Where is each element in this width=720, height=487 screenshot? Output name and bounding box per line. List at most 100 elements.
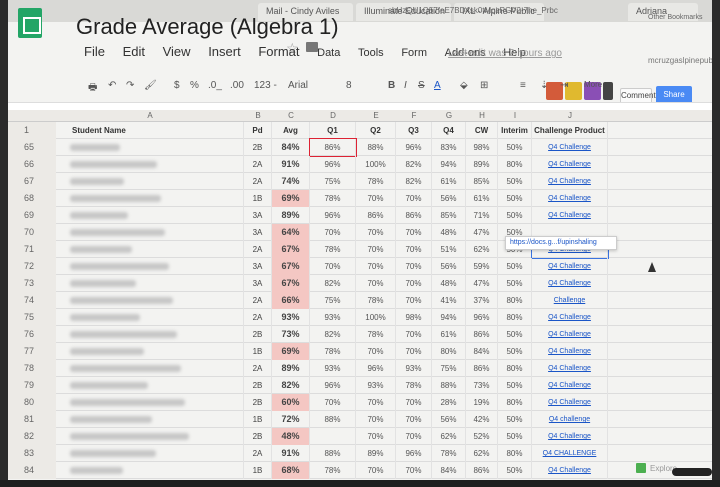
cell-q4[interactable]: 84% (432, 462, 466, 479)
cell-avg[interactable]: 69% (272, 343, 310, 360)
header-q1[interactable]: Q1 (310, 122, 356, 139)
cell-q4[interactable]: 56% (432, 258, 466, 275)
cell-cw[interactable]: 85% (466, 173, 498, 190)
cell-challenge-link[interactable]: Q4 Challenge (532, 156, 608, 173)
cell-student-name[interactable] (56, 275, 244, 292)
align-icon[interactable]: ≡ (520, 80, 526, 91)
cell-q1[interactable]: 78% (310, 241, 356, 258)
cell-q4[interactable]: 61% (432, 326, 466, 343)
cell-q4[interactable]: 85% (432, 207, 466, 224)
cell-q2[interactable]: 70% (356, 462, 396, 479)
cell-q2[interactable]: 86% (356, 207, 396, 224)
cell-challenge-link[interactable]: Q4 Challenge (532, 173, 608, 190)
row-number[interactable]: 78 (8, 360, 56, 377)
menu-insert[interactable]: Insert (208, 44, 241, 59)
menu-edit[interactable]: Edit (123, 44, 145, 59)
column-header-f[interactable]: F (396, 110, 432, 122)
cell-challenge-link[interactable]: Q4 Challenge (532, 462, 608, 479)
cell-q3[interactable]: 70% (396, 343, 432, 360)
row-number[interactable]: 79 (8, 377, 56, 394)
cell-challenge-link[interactable]: Challenge (532, 292, 608, 309)
cell-cw[interactable]: 47% (466, 224, 498, 241)
italic-button[interactable]: I (404, 80, 407, 91)
cell-avg[interactable]: 91% (272, 156, 310, 173)
row-number[interactable]: 76 (8, 326, 56, 343)
cell-q2[interactable]: 93% (356, 377, 396, 394)
cell-cw[interactable]: 47% (466, 275, 498, 292)
header-q4[interactable]: Q4 (432, 122, 466, 139)
cell-avg[interactable]: 48% (272, 428, 310, 445)
column-header-h[interactable]: H (466, 110, 498, 122)
cell-q3[interactable]: 93% (396, 360, 432, 377)
more-button[interactable]: More (584, 80, 602, 89)
cell-cw[interactable]: 61% (466, 190, 498, 207)
cell-q2[interactable]: 78% (356, 292, 396, 309)
cell-avg[interactable]: 91% (272, 445, 310, 462)
cell-q3[interactable]: 70% (396, 190, 432, 207)
row-number[interactable]: 81 (8, 411, 56, 428)
cell-interim[interactable]: 80% (498, 156, 532, 173)
cell-student-name[interactable] (56, 173, 244, 190)
cell-cw[interactable]: 84% (466, 343, 498, 360)
borders-icon[interactable]: ⊞ (480, 80, 488, 91)
percent-format-button[interactable]: % (190, 80, 199, 91)
strikethrough-button[interactable]: S (418, 80, 425, 91)
cell-avg[interactable]: 67% (272, 258, 310, 275)
cell-student-name[interactable] (56, 360, 244, 377)
sheets-logo-icon[interactable] (18, 8, 42, 38)
cell-pd[interactable]: 2A (244, 309, 272, 326)
cell-cw[interactable]: 52% (466, 428, 498, 445)
explore-icon[interactable] (636, 463, 646, 473)
cell-avg[interactable]: 84% (272, 139, 310, 156)
paint-format-icon[interactable]: 🖌 (144, 80, 157, 91)
cell-interim[interactable]: 80% (498, 445, 532, 462)
cell-pd[interactable]: 2A (244, 241, 272, 258)
cell-q1[interactable] (310, 428, 356, 445)
cell-challenge-link[interactable]: Q4 Challenge (532, 428, 608, 445)
cell-challenge-link[interactable]: Q4 Challenge (532, 139, 608, 156)
cell-q1[interactable]: 86% (309, 138, 357, 157)
row-number[interactable]: 67 (8, 173, 56, 190)
cell-challenge-link[interactable]: Q4 challenge (532, 411, 608, 428)
cell-q2[interactable]: 70% (356, 428, 396, 445)
cell-student-name[interactable] (56, 241, 244, 258)
cell-q1[interactable]: 78% (310, 462, 356, 479)
cell-cw[interactable]: 98% (466, 139, 498, 156)
cell-student-name[interactable] (56, 377, 244, 394)
cell-pd[interactable]: 2B (244, 394, 272, 411)
cell-cw[interactable]: 42% (466, 411, 498, 428)
cell-challenge-link[interactable]: Q4 Challenge (532, 309, 608, 326)
cell-avg[interactable]: 69% (272, 190, 310, 207)
row-number[interactable]: 70 (8, 224, 56, 241)
row-number[interactable]: 77 (8, 343, 56, 360)
cell-pd[interactable]: 2A (244, 445, 272, 462)
menu-tools[interactable]: Tools (358, 47, 384, 59)
cell-student-name[interactable] (56, 445, 244, 462)
cell-pd[interactable]: 3A (244, 207, 272, 224)
cell-q1[interactable]: 78% (310, 190, 356, 207)
fill-color-icon[interactable]: ⬙ (460, 80, 468, 91)
cell-student-name[interactable] (56, 190, 244, 207)
cell-q4[interactable]: 56% (432, 411, 466, 428)
row-number[interactable]: 80 (8, 394, 56, 411)
cell-q3[interactable]: 98% (396, 309, 432, 326)
cell-interim[interactable]: 50% (498, 343, 532, 360)
cell-pd[interactable]: 1B (244, 343, 272, 360)
vertical-align-icon[interactable]: ⇣ (540, 80, 548, 91)
row-number[interactable]: 75 (8, 309, 56, 326)
row-number[interactable]: 72 (8, 258, 56, 275)
cell-q2[interactable]: 88% (356, 139, 396, 156)
cell-q2[interactable]: 96% (356, 360, 396, 377)
cell-q2[interactable]: 78% (356, 173, 396, 190)
cell-q2[interactable]: 70% (356, 343, 396, 360)
column-header-g[interactable]: G (432, 110, 466, 122)
cell-q3[interactable]: 86% (396, 207, 432, 224)
cell-interim[interactable]: 80% (498, 309, 532, 326)
header-pd[interactable]: Pd (244, 122, 272, 139)
cell-challenge-link[interactable]: Q4 Challenge (532, 190, 608, 207)
cell-q1[interactable]: 70% (310, 258, 356, 275)
cell-q3[interactable]: 78% (396, 377, 432, 394)
column-header-c[interactable]: C (272, 110, 310, 122)
cell-q3[interactable]: 70% (396, 411, 432, 428)
header-challenge-product[interactable]: Challenge Product (532, 122, 608, 139)
